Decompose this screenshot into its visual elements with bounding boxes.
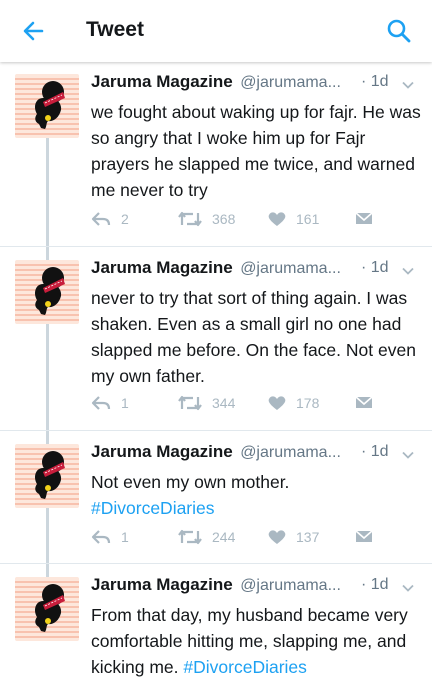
tweet-thread: Jaruma Magazine @jarumama... · 1d we fou… [0,62,432,678]
retweet-button[interactable]: 368 [178,208,235,230]
retweet-count: 244 [212,529,236,545]
tweet-header: Jaruma Magazine @jarumama... · 1d [91,72,421,96]
hashtag-link[interactable]: #DivorceDiaries [183,657,307,677]
tweet-text: From that day, my husband became very co… [91,602,421,678]
tweet-header: Jaruma Magazine @jarumama... · 1d [91,575,421,599]
search-icon[interactable] [385,17,413,45]
arrow-left-icon[interactable] [20,17,48,45]
chevron-down-icon[interactable] [401,581,415,595]
avatar[interactable] [15,74,79,138]
direct-message-button[interactable] [355,526,383,548]
page-title: Tweet [86,18,144,41]
envelope-icon [355,396,373,408]
like-count: 137 [296,529,320,545]
tweet-text: never to try that sort of thing again. I… [91,285,421,389]
hashtag-link[interactable]: #DivorceDiaries [91,498,215,518]
thread-line [46,324,49,432]
chevron-down-icon[interactable] [401,448,415,462]
user-handle[interactable]: @jarumama... [240,74,341,91]
retweet-count: 368 [212,211,236,227]
tweet[interactable]: Jaruma Magazine @jarumama... · 1d Not ev… [0,426,432,564]
thread-line [46,508,49,564]
reply-icon [91,530,111,544]
display-name[interactable]: Jaruma Magazine [91,575,233,594]
display-name[interactable]: Jaruma Magazine [91,72,233,91]
top-app-bar: Tweet [0,0,432,62]
tweet-body: Not even my own mother. [91,472,290,492]
tweet-actions: 1 244 137 [91,526,391,548]
tweet-text: Not even my own mother. #DivorceDiaries [91,469,421,521]
like-button[interactable]: 178 [268,392,319,414]
heart-icon [268,530,286,544]
tweet-actions: 1 344 178 [91,392,391,414]
heart-icon [268,396,286,410]
tweet-body: never to try that sort of thing again. I… [91,288,416,386]
display-name[interactable]: Jaruma Magazine [91,258,233,277]
like-count: 178 [296,395,320,411]
tweet[interactable]: Jaruma Magazine @jarumama... · 1d never … [0,238,432,432]
user-handle[interactable]: @jarumama... [240,577,341,594]
chevron-down-icon[interactable] [401,264,415,278]
reply-count: 1 [121,529,129,545]
heart-icon [268,212,286,226]
reply-button[interactable]: 1 [91,392,129,414]
timestamp: · 1d [361,259,389,276]
avatar[interactable] [15,444,79,508]
timestamp: · 1d [361,73,389,90]
tweet-header: Jaruma Magazine @jarumama... · 1d [91,442,421,466]
tweet-body: we fought about waking up for fajr. He w… [91,102,421,200]
retweet-icon [178,395,202,411]
envelope-icon [355,212,373,224]
thread-line [46,426,49,444]
retweet-button[interactable]: 244 [178,526,235,548]
reply-button[interactable]: 2 [91,208,129,230]
reply-count: 2 [121,211,129,227]
user-handle[interactable]: @jarumama... [240,444,341,461]
thread-line [46,561,49,577]
like-button[interactable]: 137 [268,526,319,548]
avatar[interactable] [15,260,79,324]
reply-icon [91,212,111,226]
avatar[interactable] [15,577,79,641]
display-name[interactable]: Jaruma Magazine [91,442,233,461]
tweet-actions: 2 368 161 [91,208,391,230]
direct-message-button[interactable] [355,392,383,414]
envelope-icon [355,530,373,542]
timestamp: · 1d [361,576,389,593]
timestamp: · 1d [361,443,389,460]
tweet[interactable]: Jaruma Magazine @jarumama... · 1d From t… [0,561,432,678]
reply-button[interactable]: 1 [91,526,129,548]
user-handle[interactable]: @jarumama... [240,260,341,277]
like-button[interactable]: 161 [268,208,319,230]
tweet-text: we fought about waking up for fajr. He w… [91,99,421,203]
reply-icon [91,396,111,410]
chevron-down-icon[interactable] [401,78,415,92]
thread-line [46,138,49,246]
retweet-icon [178,529,202,545]
direct-message-button[interactable] [355,208,383,230]
tweet-header: Jaruma Magazine @jarumama... · 1d [91,258,421,282]
thread-line [46,238,49,260]
like-count: 161 [296,211,320,227]
retweet-count: 344 [212,395,236,411]
tweet[interactable]: Jaruma Magazine @jarumama... · 1d we fou… [0,66,432,246]
retweet-icon [178,211,202,227]
retweet-button[interactable]: 344 [178,392,235,414]
reply-count: 1 [121,395,129,411]
